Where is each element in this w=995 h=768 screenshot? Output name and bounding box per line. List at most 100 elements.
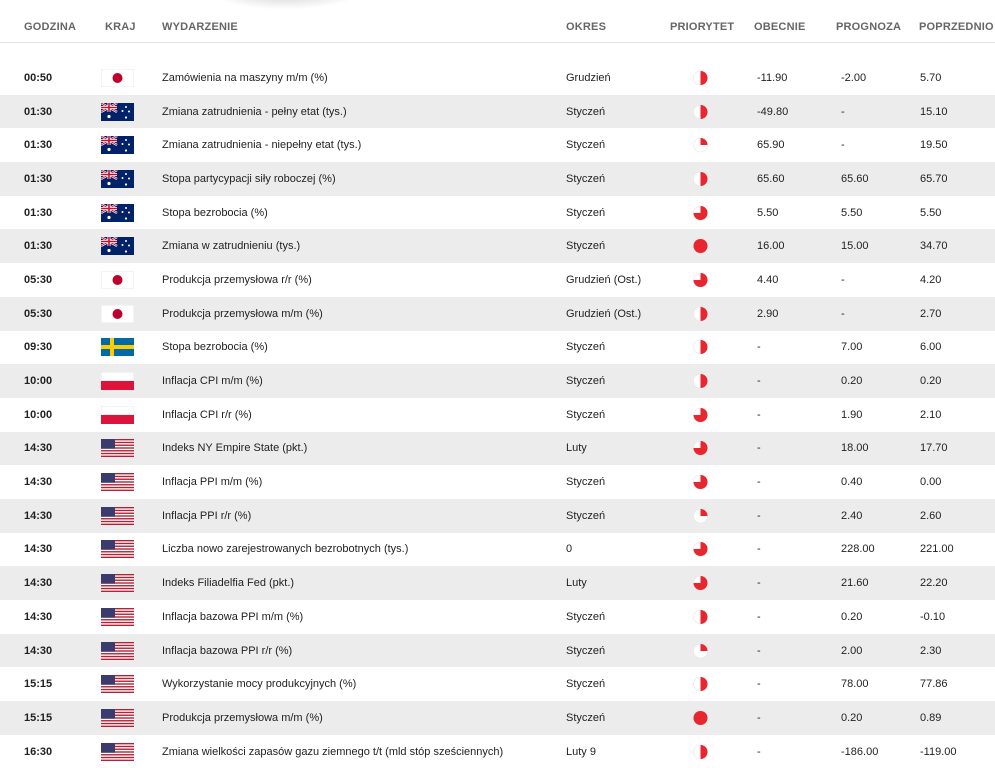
row-event[interactable]: Zmiana zatrudnienia - niepełny etat (tys…	[162, 139, 361, 151]
row-forecast: -	[841, 105, 845, 118]
row-forecast: 65.60	[841, 172, 869, 185]
row-period: Styczeń	[566, 610, 606, 623]
priority-icon	[693, 744, 708, 759]
row-event[interactable]: Produkcja przemysłowa m/m (%)	[162, 308, 323, 320]
row-event[interactable]: Stopa partycypacji siły roboczej (%)	[162, 173, 336, 185]
row-event[interactable]: Inflacja PPI r/r (%)	[162, 510, 251, 522]
table-row[interactable]: 05:30 Produkcja przemysłowa m/m (%) Grudzi…	[0, 296, 995, 331]
row-event[interactable]: Stopa bezrobocia (%)	[162, 341, 268, 353]
row-event[interactable]: Zmiana wielkości zapasów gazu ziemnego t…	[162, 746, 503, 758]
priority-icon	[693, 272, 708, 288]
row-previous: 221.00	[920, 543, 954, 556]
row-time: 14:30	[24, 476, 53, 489]
table-row[interactable]: 14:30 Indeks NY Empire State (pkt.) Luty - 1…	[0, 431, 995, 466]
table-row[interactable]: 05:30 Produkcja przemysłowa r/r (%) Grudzi…	[0, 263, 995, 297]
header-period[interactable]: OKRES	[566, 21, 606, 33]
poland-flag-icon	[101, 405, 134, 424]
row-forecast: 1.90	[841, 408, 863, 421]
table-row[interactable]: 14:30 Liczba nowo zarejestrowanych bezrob…	[0, 533, 995, 567]
row-previous: 2.70	[920, 307, 942, 320]
row-event[interactable]: Zmiana w zatrudnieniu (tys.)	[162, 240, 300, 252]
table-row[interactable]: 16:30 Zmiana wielkości zapasów gazu ziemn…	[0, 735, 995, 768]
sweden-flag-icon	[101, 338, 134, 357]
row-time: 01:30	[24, 206, 53, 219]
header-priority[interactable]: PRIORYTET	[670, 21, 734, 33]
row-previous: 5.50	[920, 206, 942, 219]
row-previous: 34.70	[920, 240, 948, 253]
header-forecast[interactable]: PROGNOZA	[836, 21, 901, 33]
priority-icon	[693, 407, 708, 423]
row-event[interactable]: Produkcja przemysłowa r/r (%)	[162, 274, 312, 286]
row-event[interactable]: Liczba nowo zarejestrowanych bezrobotnyc…	[162, 543, 408, 555]
row-event[interactable]: Inflacja CPI r/r (%)	[162, 409, 252, 421]
row-actual: -	[757, 341, 761, 354]
row-event[interactable]: Zamówienia na maszyny m/m (%)	[162, 72, 328, 84]
table-row[interactable]: 10:00 Inflacja CPI m/m (%) Styczeń - 0.20 0.2…	[0, 364, 995, 398]
table-row[interactable]: 14:30 Inflacja PPI r/r (%) Styczeń - 2.40 2.6…	[0, 498, 995, 533]
row-actual: 65.90	[757, 139, 785, 152]
usa-flag-icon	[101, 439, 134, 458]
row-forecast: -2.00	[841, 71, 867, 84]
row-period: Styczeń	[566, 644, 606, 657]
row-event[interactable]: Indeks Filiadelfia Fed (pkt.)	[162, 577, 294, 589]
row-period: Styczeń	[566, 105, 606, 118]
table-row[interactable]: 09:30 Stopa bezrobocia (%) Styczeń - 7.00 6.0…	[0, 331, 995, 365]
table-row[interactable]: 00:50 Zamówienia na maszyny m/m (%) Grudzi…	[0, 61, 995, 95]
row-forecast: 2.00	[841, 644, 863, 657]
table-row[interactable]: 10:00 Inflacja CPI r/r (%) Styczeń - 1.90 2.1…	[0, 398, 995, 432]
row-actual: -	[757, 509, 761, 522]
priority-icon	[693, 205, 708, 220]
row-event[interactable]: Inflacja PPI m/m (%)	[162, 476, 262, 488]
table-row[interactable]: 15:15 Wykorzystanie mocy produkcyjnych (%…	[0, 667, 995, 701]
row-forecast: 0.40	[841, 476, 863, 489]
row-period: Grudzień (Ost.)	[566, 307, 642, 320]
header-event[interactable]: WYDARZENIE	[162, 21, 238, 33]
japan-flag-icon	[101, 270, 134, 289]
row-time: 01:30	[24, 240, 53, 253]
row-time: 14:30	[24, 543, 53, 556]
header-time[interactable]: GODZINA	[24, 21, 76, 33]
header-previous[interactable]: POPRZEDNIO	[919, 21, 994, 33]
row-forecast: -	[841, 273, 845, 286]
table-row[interactable]: 14:30 Inflacja bazowa PPI r/r (%) Styczeń -…	[0, 633, 995, 668]
row-event[interactable]: Stopa bezrobocia (%)	[162, 207, 268, 219]
table-row[interactable]: 14:30 Inflacja bazowa PPI m/m (%) Styczeń -…	[0, 600, 995, 634]
row-previous: 2.10	[920, 408, 942, 421]
row-event[interactable]: Produkcja przemysłowa m/m (%)	[162, 712, 323, 724]
row-actual: -	[757, 408, 761, 421]
table-row[interactable]: 14:30 Indeks Filiadelfia Fed (pkt.) Luty - 2…	[0, 566, 995, 600]
table-row[interactable]: 01:30 Zmiana w zatrudnieniu (tys.) Styczeń…	[0, 229, 995, 264]
usa-flag-icon	[101, 675, 134, 694]
table-row[interactable]: 01:30 Zmiana zatrudnienia - niepełny etat…	[0, 128, 995, 162]
table-row[interactable]: 01:30 Stopa partycypacji siły roboczej (%…	[0, 162, 995, 196]
row-forecast: -	[841, 139, 845, 152]
row-event[interactable]: Inflacja bazowa PPI r/r (%)	[162, 645, 292, 657]
priority-icon	[693, 104, 708, 119]
table-row[interactable]: 01:30 Stopa bezrobocia (%) Styczeń 5.50 5.50…	[0, 196, 995, 230]
row-previous: 65.70	[920, 172, 948, 185]
row-event[interactable]: Inflacja CPI m/m (%)	[162, 375, 263, 387]
row-event[interactable]: Zmiana zatrudnienia - pełny etat (tys.)	[162, 106, 347, 118]
row-period: Grudzień	[566, 71, 611, 84]
header-actual[interactable]: OBECNIE	[754, 21, 806, 33]
row-event[interactable]: Wykorzystanie mocy produkcyjnych (%)	[162, 678, 356, 690]
row-time: 01:30	[24, 139, 53, 152]
row-time: 10:00	[24, 408, 53, 421]
row-previous: -119.00	[920, 745, 957, 758]
header-country[interactable]: KRAJ	[105, 21, 136, 33]
row-event[interactable]: Indeks NY Empire State (pkt.)	[162, 442, 307, 454]
row-forecast: -186.00	[841, 745, 879, 758]
row-forecast: 78.00	[841, 678, 869, 691]
priority-icon	[693, 542, 708, 557]
table-row[interactable]: 15:15 Produkcja przemysłowa m/m (%) Stycze…	[0, 701, 995, 735]
row-event[interactable]: Inflacja bazowa PPI m/m (%)	[162, 611, 303, 623]
row-actual: 4.40	[757, 273, 779, 286]
table-row[interactable]: 01:30 Zmiana zatrudnienia - pełny etat (t…	[0, 94, 995, 129]
australia-flag-icon	[101, 237, 134, 256]
row-previous: 15.10	[920, 105, 948, 118]
row-period: Styczeń	[566, 509, 606, 522]
priority-icon	[693, 643, 708, 658]
row-forecast: 0.20	[841, 610, 863, 623]
table-row[interactable]: 14:30 Inflacja PPI m/m (%) Styczeń - 0.40 0.0…	[0, 465, 995, 499]
row-period: Luty	[566, 577, 587, 590]
